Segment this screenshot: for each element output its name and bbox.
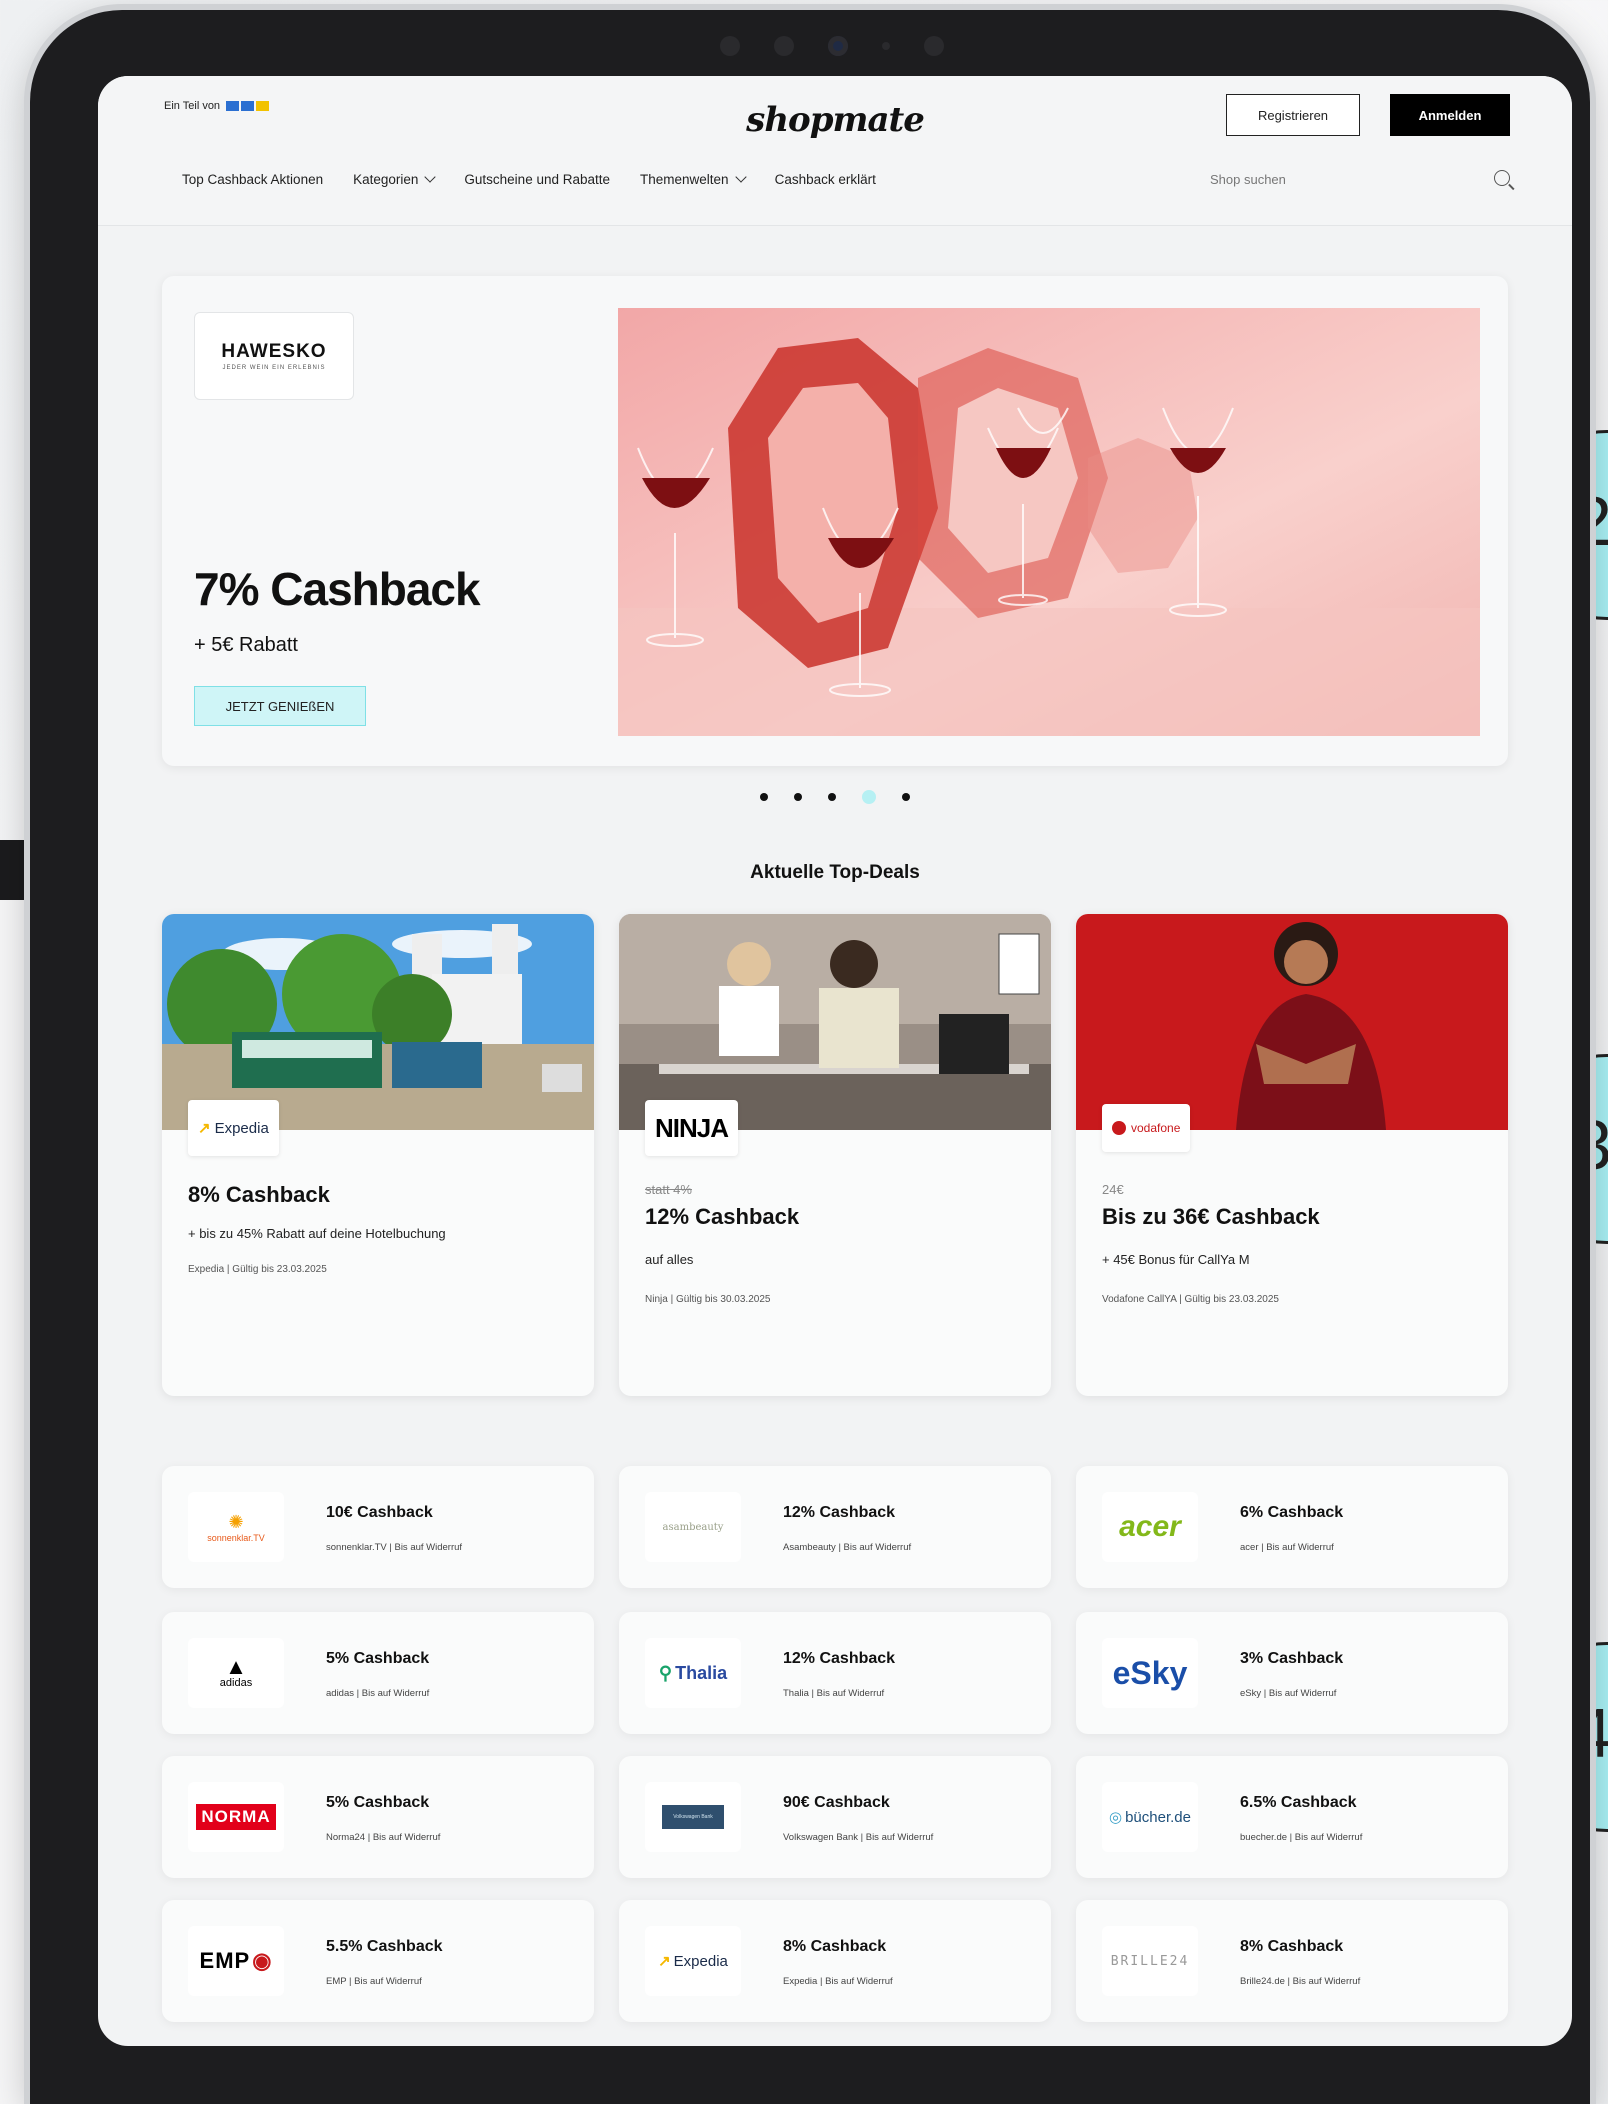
carousel-dot[interactable] [828,793,836,801]
register-button[interactable]: Registrieren [1226,94,1360,136]
sonnenklar-logo: ✺ sonnenklar.TV [188,1492,284,1562]
emp-logo: EMP ◉ [188,1926,284,1996]
shop-meta: buecher.de | Bis auf Widerruf [1240,1832,1363,1843]
deal-card-expedia[interactable]: ↗ Expedia 8% Cashback + bis zu 45% Rabatt… [162,914,594,1396]
shop-card-norma[interactable]: NORMA 5% Cashback Norma24 | Bis auf Wide… [162,1756,594,1878]
vodafone-woman-image [1076,914,1508,1130]
expedia-logo: ↗ Expedia [645,1926,741,1996]
deal-cashback: Bis zu 36€ Cashback [1102,1204,1320,1229]
adidas-logo: ▲ adidas [188,1638,284,1708]
tropical-town-image [162,914,594,1130]
hero-title: 7% Cashback [194,563,481,615]
deal-description: + 45€ Bonus für CallYa M [1102,1252,1250,1267]
shop-meta: Thalia | Bis auf Widerruf [783,1688,885,1699]
shop-meta: EMP | Bis auf Widerruf [326,1976,422,1987]
nav-themenwelten[interactable]: Themenwelten [640,171,747,187]
shop-card-adidas[interactable]: ▲ adidas 5% Cashback adidas | Bis auf Wid… [162,1612,594,1734]
shop-card-emp[interactable]: EMP ◉ 5.5% Cashback EMP | Bis auf Widerru… [162,1900,594,2022]
shop-meta: Expedia | Bis auf Widerruf [783,1976,893,1987]
hero-subtitle: + 5€ Rabatt [194,634,298,656]
nav-top-cashback[interactable]: Top Cashback Aktionen [182,172,323,187]
asambeauty-logo: asambeauty [645,1492,741,1562]
shop-card-expedia[interactable]: ↗ Expedia 8% Cashback Expedia | Bis auf W… [619,1900,1051,2022]
shop-meta: acer | Bis auf Widerruf [1240,1542,1334,1553]
shop-cashback: 5.5% Cashback [326,1938,443,1955]
nav-kategorien[interactable]: Kategorien [353,171,437,187]
shop-card-volkswagen-bank[interactable]: Volkswagen Bank 90€ Cashback Volkswagen … [619,1756,1051,1878]
chevron-down-icon [424,171,437,183]
deal-meta: Expedia | Gültig bis 23.03.2025 [188,1264,327,1275]
tablet-frame: Ein Teil von shopmate Registrieren Anmel… [30,10,1590,2104]
site-header: Ein Teil von shopmate Registrieren Anmel… [98,76,1572,226]
acer-logo: acer [1102,1492,1198,1562]
carousel-dots [98,790,1572,804]
shop-meta: Norma24 | Bis auf Widerruf [326,1832,441,1843]
shop-cashback: 6% Cashback [1240,1504,1344,1521]
carousel-dot[interactable] [902,793,910,801]
search-placeholder: Shop suchen [1210,172,1286,187]
shop-meta: sonnenklar.TV | Bis auf Widerruf [326,1542,463,1553]
carousel-dot[interactable] [760,793,768,801]
deal-strike-price: 24€ [1102,1182,1124,1197]
hawesko-logo: HAWESKO JEDER WEIN EIN ERLEBNIS [194,312,354,400]
shop-cashback: 3% Cashback [1240,1650,1344,1667]
shop-card-brille24[interactable]: BRILLE24 8% Cashback Brille24.de | Bis a… [1076,1900,1508,2022]
thalia-logo: ⚲ Thalia [645,1638,741,1708]
shop-meta: Asambeauty | Bis auf Widerruf [783,1542,912,1553]
deal-meta: Ninja | Gültig bis 30.03.2025 [645,1294,771,1305]
deal-cashback: 8% Cashback [188,1182,330,1207]
hero-banner[interactable]: HAWESKO JEDER WEIN EIN ERLEBNIS 7% Cashb… [162,276,1508,766]
deal-description: + bis zu 45% Rabatt auf deine Hotelbuchu… [188,1226,446,1241]
nav-gutscheine[interactable]: Gutscheine und Rabatte [464,172,610,187]
volkswagen-bank-logo: Volkswagen Bank [645,1782,741,1852]
kitchen-couple-image [619,914,1051,1130]
ninja-logo: NINJA [645,1100,739,1156]
shop-card-sonnenklar[interactable]: ✺ sonnenklar.TV 10€ Cashback sonnenklar.T… [162,1466,594,1588]
shop-cashback: 12% Cashback [783,1650,896,1667]
shop-card-thalia[interactable]: ⚲ Thalia 12% Cashback Thalia | Bis auf Wi… [619,1612,1051,1734]
shop-cashback: 12% Cashback [783,1504,896,1521]
search-input[interactable]: Shop suchen [1210,170,1510,187]
deal-meta: Vodafone CallYA | Gültig bis 23.03.2025 [1102,1294,1279,1305]
norma-logo: NORMA [188,1782,284,1852]
shop-card-acer[interactable]: acer 6% Cashback acer | Bis auf Widerruf [1076,1466,1508,1588]
vodafone-logo: vodafone [1102,1104,1191,1152]
shop-card-asambeauty[interactable]: asambeauty 12% Cashback Asambeauty | Bis… [619,1466,1051,1588]
login-button[interactable]: Anmelden [1390,94,1510,136]
carousel-dot[interactable] [794,793,802,801]
shop-cashback: 6.5% Cashback [1240,1794,1357,1811]
shop-cashback: 8% Cashback [783,1938,887,1955]
deal-strike-price: statt 4% [645,1182,692,1197]
expedia-logo: ↗ Expedia [188,1100,279,1156]
shop-meta: adidas | Bis auf Widerruf [326,1688,430,1699]
carousel-dot-active[interactable] [862,790,876,804]
shop-meta: Volkswagen Bank | Bis auf Widerruf [783,1832,934,1843]
deal-description: auf alles [645,1252,694,1267]
shop-meta: eSky | Bis auf Widerruf [1240,1688,1337,1699]
shop-card-buecher[interactable]: ◎ bücher.de 6.5% Cashback buecher.de | Bi… [1076,1756,1508,1878]
wine-glasses-image [618,308,1480,736]
search-icon[interactable] [1494,170,1510,186]
buecher-logo: ◎ bücher.de [1102,1782,1198,1852]
shop-cashback: 10€ Cashback [326,1504,433,1521]
main-nav: Top Cashback Aktionen Kategorien Gutsche… [182,171,876,187]
esky-logo: eSky [1102,1638,1198,1708]
deal-cashback: 12% Cashback [645,1204,800,1229]
nav-cashback-erklaert[interactable]: Cashback erklärt [775,172,876,187]
section-title: Aktuelle Top-Deals [750,862,920,883]
deal-card-ninja[interactable]: NINJA statt 4% 12% Cashback auf alles Ni… [619,914,1051,1396]
chevron-down-icon [734,171,747,183]
deal-card-vodafone[interactable]: vodafone 24€ Bis zu 36€ Cashback + 45€ B… [1076,914,1508,1396]
browser-viewport: Ein Teil von shopmate Registrieren Anmel… [98,76,1572,2046]
hero-cta-button[interactable]: JETZT GENIEßEN [194,686,366,726]
brille24-logo: BRILLE24 [1102,1926,1198,1996]
shop-cashback: 5% Cashback [326,1794,430,1811]
shop-cashback: 90€ Cashback [783,1794,890,1811]
shop-card-esky[interactable]: eSky 3% Cashback eSky | Bis auf Widerruf [1076,1612,1508,1734]
shop-cashback: 5% Cashback [326,1650,430,1667]
shop-meta: Brille24.de | Bis auf Widerruf [1240,1976,1361,1987]
camera-bar [720,36,944,56]
shop-cashback: 8% Cashback [1240,1938,1344,1955]
